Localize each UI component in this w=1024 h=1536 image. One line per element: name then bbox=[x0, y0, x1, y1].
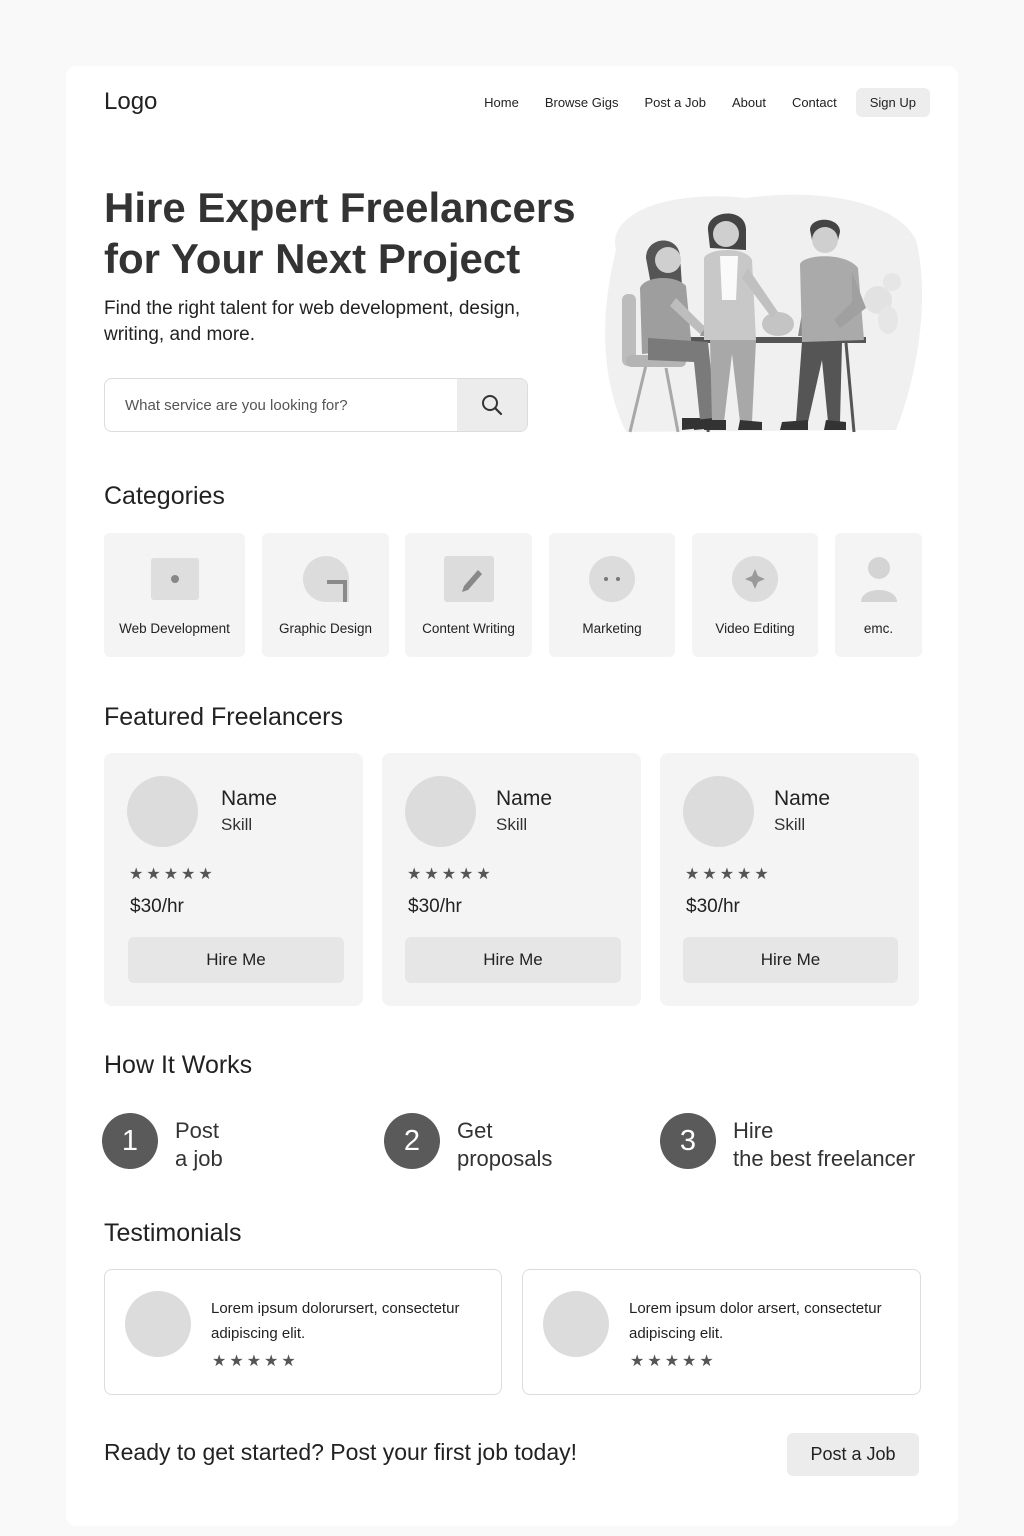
testimonial-card: Lorem ipsum dolor arsert, consectetur ad… bbox=[522, 1269, 921, 1395]
category-video-editing[interactable]: Video Editing bbox=[692, 533, 818, 657]
team-meeting-illustration bbox=[605, 194, 923, 433]
step-hire: 3 Hire the best freelancer bbox=[660, 1113, 915, 1173]
hire-me-button[interactable]: Hire Me bbox=[683, 937, 898, 983]
freelancer-card: Name Skill ★★★★★ $30/hr Hire Me bbox=[104, 753, 363, 1006]
freelancer-skill: Skill bbox=[774, 815, 806, 834]
hire-me-button[interactable]: Hire Me bbox=[405, 937, 621, 983]
design-shape-icon bbox=[302, 556, 349, 602]
hourly-rate: $30/hr bbox=[408, 896, 462, 917]
categories-row: Web Development Graphic Design Content W… bbox=[104, 533, 922, 657]
star-rating: ★★★★★ bbox=[212, 1353, 299, 1370]
avatar bbox=[125, 1291, 191, 1357]
step-line-1: Get bbox=[457, 1118, 493, 1143]
freelancer-skill: Skill bbox=[221, 815, 253, 834]
cta-text: Ready to get started? Post your first jo… bbox=[104, 1439, 578, 1465]
chat-bubble-icon bbox=[589, 556, 635, 602]
step-line-1: Hire bbox=[733, 1118, 774, 1143]
step-get-proposals: 2 Get proposals bbox=[384, 1113, 552, 1173]
hero-title-line-1: Hire Expert Freelancers bbox=[104, 184, 576, 231]
category-label: Marketing bbox=[582, 621, 642, 636]
category-label: Web Development bbox=[119, 621, 230, 636]
star-rating: ★★★★★ bbox=[129, 866, 216, 883]
search-button[interactable] bbox=[457, 379, 527, 431]
logo[interactable]: Logo bbox=[104, 88, 157, 116]
step-post-job: 1 Post a job bbox=[102, 1113, 223, 1173]
avatar bbox=[683, 776, 754, 847]
category-graphic-design[interactable]: Graphic Design bbox=[262, 533, 389, 657]
step-text: Get proposals bbox=[457, 1117, 552, 1173]
star-rating: ★★★★★ bbox=[630, 1353, 717, 1370]
step-number: 2 bbox=[384, 1113, 440, 1169]
avatar bbox=[543, 1291, 609, 1357]
category-label: Content Writing bbox=[422, 621, 515, 636]
category-label: emc. bbox=[863, 621, 894, 636]
search-bar bbox=[104, 378, 528, 432]
browser-window-icon bbox=[150, 558, 199, 600]
category-marketing[interactable]: Marketing bbox=[549, 533, 675, 657]
step-text: Post a job bbox=[175, 1117, 223, 1173]
testimonial-card: Lorem ipsum dolorursert, consectetur adi… bbox=[104, 1269, 502, 1395]
step-line-1: Post bbox=[175, 1118, 220, 1143]
pen-document-icon bbox=[443, 556, 494, 602]
nav-post-a-job[interactable]: Post a Job bbox=[645, 95, 706, 110]
sparkle-icon bbox=[732, 556, 778, 602]
step-text: Hire the best freelancer bbox=[733, 1117, 915, 1173]
step-line-2: a job bbox=[175, 1146, 223, 1171]
step-line-2: the best freelancer bbox=[733, 1146, 916, 1171]
category-label: Video Editing bbox=[715, 621, 795, 636]
post-a-job-button[interactable]: Post a Job bbox=[787, 1433, 919, 1476]
testimonial-text: Lorem ipsum dolor arsert, consectetur ad… bbox=[629, 1300, 882, 1342]
hero-subtitle: Find the right talent for web developmen… bbox=[104, 298, 521, 345]
sign-up-button[interactable]: Sign Up bbox=[855, 88, 930, 117]
featured-title: Featured Freelancers bbox=[104, 703, 344, 731]
star-rating: ★★★★★ bbox=[685, 866, 772, 883]
freelancer-name: Name bbox=[221, 787, 278, 810]
search-input[interactable] bbox=[105, 379, 457, 431]
freelancer-name: Name bbox=[774, 787, 831, 810]
step-number: 1 bbox=[102, 1113, 158, 1169]
nav-about[interactable]: About bbox=[732, 95, 766, 110]
testimonials-title: Testimonials bbox=[104, 1219, 242, 1247]
hire-me-button[interactable]: Hire Me bbox=[128, 937, 344, 983]
search-icon bbox=[482, 395, 503, 416]
hourly-rate: $30/hr bbox=[686, 896, 740, 917]
step-number: 3 bbox=[660, 1113, 716, 1169]
hero-title: Hire Expert Freelancers for Your Next Pr… bbox=[104, 182, 604, 284]
hero-title-line-2: for Your Next Project bbox=[104, 235, 521, 282]
category-content-writing[interactable]: Content Writing bbox=[405, 533, 532, 657]
freelancer-card: Name Skill ★★★★★ $30/hr Hire Me bbox=[660, 753, 919, 1006]
avatar bbox=[405, 776, 476, 847]
how-it-works-title: How It Works bbox=[104, 1051, 253, 1079]
nav-home[interactable]: Home bbox=[484, 95, 519, 110]
hourly-rate: $30/hr bbox=[130, 896, 184, 917]
step-line-2: proposals bbox=[457, 1146, 553, 1171]
person-icon bbox=[860, 557, 897, 602]
nav-browse-gigs[interactable]: Browse Gigs bbox=[545, 95, 619, 110]
freelancer-card: Name Skill ★★★★★ $30/hr Hire Me bbox=[382, 753, 641, 1006]
main-nav: Home Browse Gigs Post a Job About Contac… bbox=[484, 88, 930, 117]
freelancer-name: Name bbox=[496, 787, 553, 810]
category-more[interactable]: emc. bbox=[835, 533, 922, 657]
category-label: Graphic Design bbox=[278, 621, 373, 636]
freelancer-skill: Skill bbox=[496, 815, 528, 834]
testimonial-text: Lorem ipsum dolorursert, consectetur adi… bbox=[211, 1300, 460, 1342]
nav-contact[interactable]: Contact bbox=[792, 95, 837, 110]
category-web-development[interactable]: Web Development bbox=[104, 533, 245, 657]
avatar bbox=[127, 776, 198, 847]
categories-title: Categories bbox=[104, 482, 225, 510]
star-rating: ★★★★★ bbox=[407, 866, 494, 883]
